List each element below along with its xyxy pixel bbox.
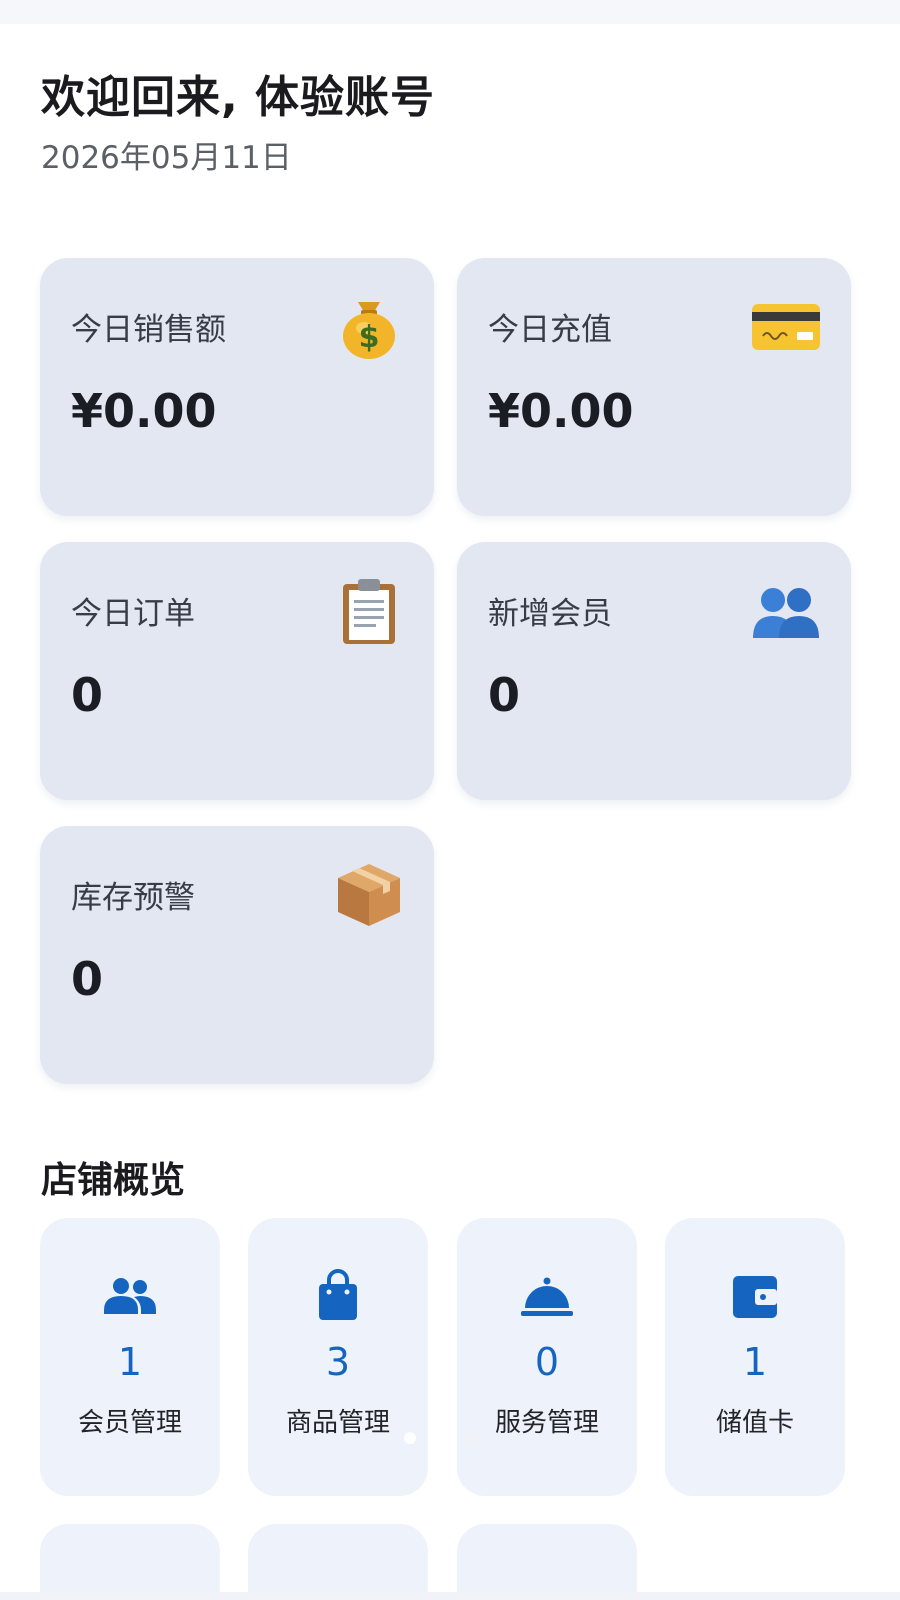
stat-value: ¥0.00: [488, 384, 634, 438]
tile-partial[interactable]: [248, 1524, 428, 1600]
tile-partial[interactable]: [40, 1524, 220, 1600]
page-indicator-dot: [404, 1432, 416, 1444]
tile-count: 3: [325, 1340, 351, 1384]
stat-value: 0: [488, 668, 521, 722]
tile-member-management[interactable]: 1 会员管理: [40, 1218, 220, 1496]
stat-value: ¥0.00: [71, 384, 217, 438]
package-icon: [338, 864, 400, 926]
tile-partial[interactable]: [457, 1524, 637, 1600]
status-bar: [0, 0, 900, 24]
stat-value: 0: [71, 668, 104, 722]
stat-label: 今日订单: [71, 596, 195, 632]
members-icon: [753, 588, 819, 638]
tile-count: 1: [742, 1340, 768, 1384]
stat-card-orders[interactable]: 今日订单 0: [40, 542, 434, 800]
stat-label: 库存预警: [71, 880, 195, 916]
stat-label: 今日充值: [488, 312, 612, 348]
tile-count: 0: [534, 1340, 560, 1384]
credit-card-icon: [752, 304, 820, 350]
bottom-edge: [0, 1592, 900, 1600]
stat-value: 0: [71, 952, 104, 1006]
tile-label: 商品管理: [285, 1408, 390, 1438]
tile-label: 会员管理: [77, 1408, 182, 1438]
stat-label: 今日销售额: [71, 312, 226, 348]
stat-card-stock-alert[interactable]: 库存预警 0: [40, 826, 434, 1084]
overview-title: 店铺概览: [41, 1160, 186, 1201]
tile-label: 服务管理: [494, 1408, 599, 1438]
clipboard-icon: [343, 579, 395, 644]
greeting-title: 欢迎回来, 体验账号: [41, 72, 436, 123]
svg-text:$: $: [359, 320, 380, 355]
people-icon: [104, 1278, 156, 1314]
current-date: 2026年05月11日: [41, 140, 292, 176]
stat-label: 新增会员: [488, 596, 612, 632]
stat-card-sales[interactable]: 今日销售额 ¥0.00 $: [40, 258, 434, 516]
stat-card-new-members[interactable]: 新增会员 0: [457, 542, 851, 800]
tile-service-management[interactable]: 0 服务管理: [457, 1218, 637, 1496]
tile-product-management[interactable]: 3 商品管理: [248, 1218, 428, 1496]
tile-stored-value-card[interactable]: 1 储值卡: [665, 1218, 845, 1496]
page-indicator-dot: [464, 1432, 476, 1444]
wallet-icon: [733, 1276, 777, 1318]
tile-label: 储值卡: [715, 1408, 794, 1438]
stat-card-recharge[interactable]: 今日充值 ¥0.00: [457, 258, 851, 516]
money-bag-icon: $: [343, 302, 395, 359]
shopping-bag-icon: [319, 1269, 357, 1320]
service-bell-icon: [521, 1277, 573, 1316]
tile-count: 1: [117, 1340, 143, 1384]
page-header: 欢迎回来, 体验账号 2026年05月11日: [41, 70, 435, 178]
